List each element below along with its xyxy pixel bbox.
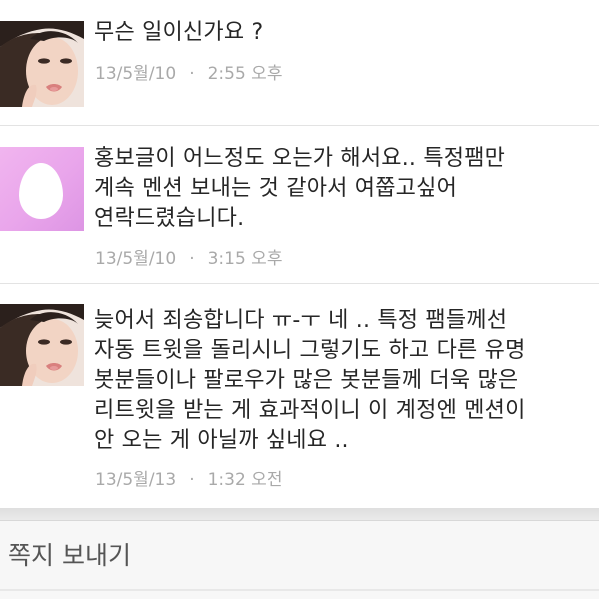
message-date: 13/5월/13 — [95, 470, 177, 490]
message-item[interactable]: 홍보글이 어느정도 오는가 해서요.. 특정팸만 계속 멘션 보내는 것 같아서… — [0, 126, 599, 283]
message-text: 무슨 일이신가요 ? — [94, 20, 264, 45]
message-text: 늦어서 죄송합니다 ㅠ-ㅜ 네 .. 특정 팸들께선 자동 트윗을 돌리시니 그… — [94, 308, 526, 453]
avatar[interactable] — [0, 21, 84, 107]
message-date: 13/5월/10 — [95, 64, 177, 84]
message-date: 13/5월/10 — [95, 249, 177, 269]
direct-message-thread: 무슨 일이신가요 ? 13/5월/10 · 2:55 오후 홍보글이 어느정도 오는… — [0, 0, 599, 599]
message-item[interactable]: 무슨 일이신가요 ? 13/5월/10 · 2:55 오후 — [0, 0, 599, 125]
message-timestamp: 13/5월/10 · 3:15 오후 — [95, 244, 282, 269]
message-timestamp: 13/5월/13 · 1:32 오전 — [95, 465, 282, 490]
separator-dot: · — [189, 64, 195, 84]
separator-dot: · — [189, 470, 195, 490]
avatar[interactable] — [0, 147, 84, 231]
composer-shadow — [0, 508, 599, 520]
message-item[interactable]: 늦어서 죄송합니다 ㅠ-ㅜ 네 .. 특정 팸들께선 자동 트윗을 돌리시니 그… — [0, 284, 599, 508]
default-egg-icon — [19, 163, 63, 219]
avatar[interactable] — [0, 304, 84, 386]
message-timestamp: 13/5월/10 · 2:55 오후 — [95, 59, 282, 84]
input-underline — [0, 589, 599, 591]
message-time: 3:15 오후 — [207, 249, 283, 269]
profile-photo-avatar — [0, 21, 84, 107]
message-time: 1:32 오전 — [207, 470, 283, 490]
message-text: 홍보글이 어느정도 오는가 해서요.. 특정팸만 계속 멘션 보내는 것 같아서… — [94, 146, 506, 231]
message-time: 2:55 오후 — [207, 64, 283, 84]
message-input[interactable] — [8, 535, 599, 575]
message-composer — [0, 520, 599, 599]
profile-photo-avatar — [0, 304, 84, 386]
separator-dot: · — [189, 249, 195, 269]
